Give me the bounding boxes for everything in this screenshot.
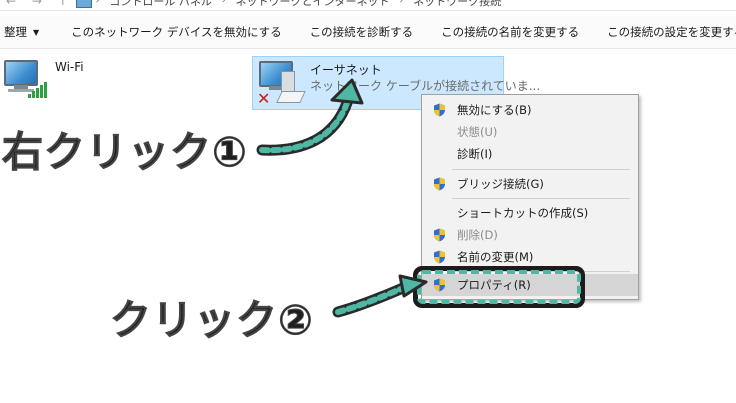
annotation-right-click: 右クリック①	[2, 128, 248, 177]
arrow-head-2	[398, 274, 428, 298]
annotation-click: クリック②	[110, 296, 314, 345]
arrow-head-1	[330, 78, 364, 105]
